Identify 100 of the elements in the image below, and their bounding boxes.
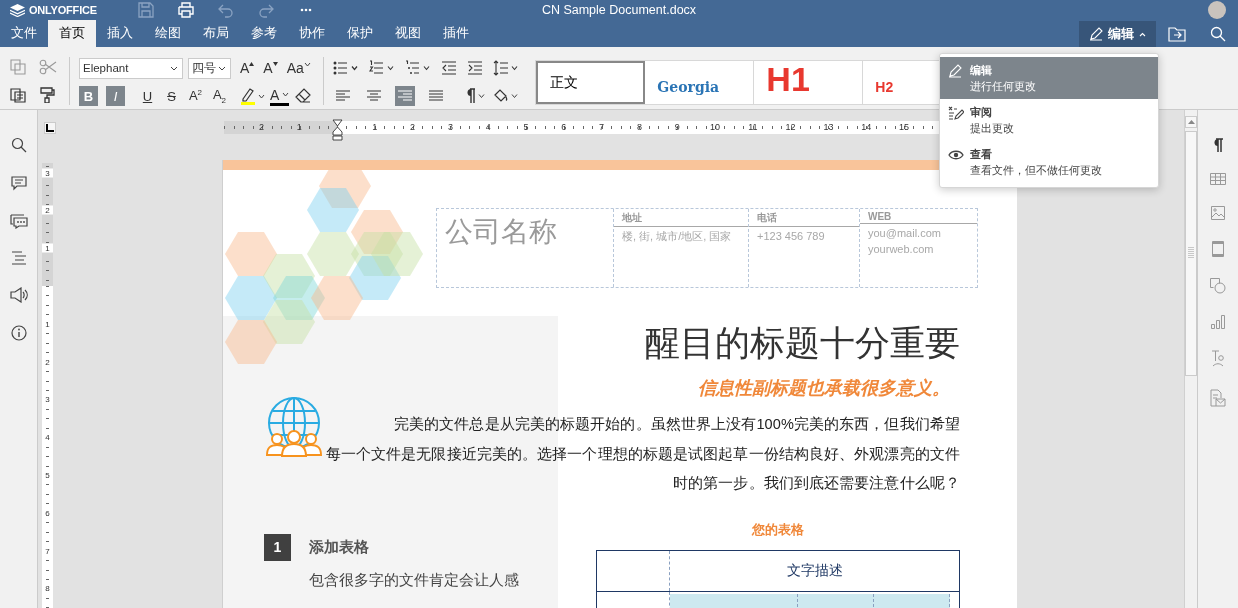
headings-icon[interactable] — [10, 251, 27, 265]
ruler-number: 2 — [42, 205, 53, 215]
table-header-cell-text: 文字描述 — [785, 561, 844, 580]
font-color-button[interactable]: A — [270, 86, 290, 106]
menu-tab[interactable]: 插入 — [96, 20, 144, 47]
info-icon[interactable] — [10, 325, 27, 341]
search-icon[interactable] — [10, 137, 27, 153]
menu-tab[interactable]: 保护 — [336, 20, 384, 47]
mail-merge-icon[interactable] — [1210, 389, 1226, 407]
ruler-number: 3 — [446, 121, 454, 134]
strikethrough-button[interactable]: S — [162, 86, 181, 106]
editing-mode-button[interactable]: 编辑 — [1079, 21, 1156, 47]
ruler-number: 10 — [709, 121, 721, 134]
body-paragraph: 完美的文件总是从完美的标题开始的。虽然世界上没有100%完美的东西，但我们希望每一个文件是无限接近完美的。选择一个理想的标题是试图起草一份结构良好、外观漂亮的文件时的第一步。我们到底还需要注意什么呢？ — [324, 415, 960, 493]
ruler-number: 4 — [484, 121, 492, 134]
ruler-number: 3 — [42, 394, 53, 404]
paint-roller-icon[interactable] — [39, 87, 55, 103]
document-subtitle: 信息性副标题也承载很多意义。 — [697, 377, 951, 400]
tab-stop-button[interactable] — [44, 122, 56, 134]
multilevel-list-icon[interactable] — [405, 60, 432, 76]
decrease-font-button[interactable]: A — [263, 60, 278, 76]
font-name-dropdown[interactable]: Elephant — [79, 57, 183, 79]
decrease-indent-icon[interactable] — [441, 60, 458, 76]
image-icon[interactable] — [1211, 206, 1225, 220]
menu-tab[interactable]: 插件 — [432, 20, 480, 47]
contact-label: 电话 — [749, 211, 859, 227]
ruler-number: 7 — [598, 121, 606, 134]
italic-button[interactable]: I — [106, 86, 125, 106]
increase-font-button[interactable]: A — [240, 60, 255, 76]
bullet-list-icon[interactable] — [333, 60, 360, 76]
header-footer-icon[interactable] — [1212, 241, 1224, 257]
scrollbar[interactable] — [1184, 110, 1197, 608]
section-heading: 添加表格 — [309, 537, 369, 557]
menu-tab[interactable]: 协作 — [288, 20, 336, 47]
scroll-up-icon[interactable] — [1187, 120, 1195, 124]
line-spacing-icon[interactable] — [493, 60, 520, 76]
megaphone-icon[interactable] — [9, 287, 28, 303]
menu-tab[interactable]: 视图 — [384, 20, 432, 47]
ruler-number: 2 — [42, 357, 53, 367]
print-icon[interactable] — [176, 2, 195, 18]
bar-chart-icon[interactable] — [1211, 315, 1225, 329]
normal-style-item[interactable]: 正文 — [536, 61, 646, 104]
ruler-number: 5 — [522, 121, 530, 134]
numbered-list-icon[interactable] — [369, 60, 396, 76]
ruler-number: 11 — [747, 121, 759, 134]
contact-value: 楼, 街, 城市/地区, 国家 — [621, 229, 733, 243]
layers-icon — [10, 3, 25, 17]
mode-menu-item[interactable]: 编辑 进行任何更改 — [940, 57, 1158, 99]
app-name: ONLYOFFICE — [29, 4, 97, 16]
contact-label: 地址 — [614, 211, 748, 227]
contact-label: WEB — [860, 211, 977, 224]
bold-button[interactable]: B — [79, 86, 98, 106]
paint-bucket-icon[interactable] — [493, 88, 520, 104]
mode-menu-item[interactable]: 查看 查看文件，但不做任何更改 — [940, 141, 1158, 183]
folder-icon[interactable] — [1168, 25, 1186, 42]
search-icon[interactable] — [1210, 25, 1226, 42]
superscript-button[interactable]: A$^{2}$ — [186, 86, 205, 106]
comment-icon[interactable] — [10, 175, 27, 191]
align-right-button[interactable] — [395, 86, 416, 106]
table-caption: 您的表格 — [750, 520, 805, 539]
chat-icon[interactable] — [9, 213, 28, 229]
triangle-down-icon — [272, 62, 278, 66]
subscript-button[interactable]: A$_{2}$ — [210, 86, 229, 106]
shapes-icon[interactable] — [1210, 278, 1226, 294]
scissors-icon[interactable] — [39, 59, 57, 75]
font-size-dropdown[interactable]: 四号 — [188, 57, 231, 79]
ruler-number: 1 — [371, 121, 379, 134]
ruler-number: 12 — [784, 121, 797, 134]
contact-value: you@mail.com — [867, 226, 942, 240]
increase-indent-icon[interactable] — [467, 60, 484, 76]
ruler-number: 4 — [42, 432, 53, 442]
change-case-button[interactable]: Aa — [286, 60, 311, 76]
paste-icon[interactable] — [10, 87, 26, 103]
ruler-number: 5 — [42, 470, 53, 480]
caret-down-icon — [303, 62, 311, 67]
chevron-down-icon — [170, 65, 178, 71]
menu-tab[interactable]: 文件 — [0, 20, 48, 47]
document-heading: 醒目的标题十分重要 — [644, 322, 961, 364]
menu-tab[interactable]: 布局 — [192, 20, 240, 47]
eye-icon — [948, 148, 964, 162]
indent-marker[interactable] — [332, 119, 343, 141]
company-name: 公司名称 — [444, 215, 558, 249]
menu-tab[interactable]: 绘图 — [144, 20, 192, 47]
ruler-number: 1 — [42, 319, 53, 329]
avatar[interactable] — [1208, 1, 1226, 19]
eraser-icon[interactable] — [295, 88, 312, 104]
ruler-number: 6 — [42, 508, 53, 518]
table-icon[interactable] — [1210, 173, 1226, 185]
section-number: 1 — [264, 533, 291, 561]
text-art-icon[interactable] — [1211, 350, 1225, 368]
ruler-number: 14 — [860, 121, 873, 134]
highlighter-icon[interactable] — [240, 87, 266, 105]
menu-tab[interactable]: 首页 — [48, 20, 96, 47]
menu-tab[interactable]: 参考 — [240, 20, 288, 47]
underline-button[interactable]: U — [138, 86, 157, 106]
document-title: CN Sample Document.docx — [541, 3, 697, 17]
ruler-number: 7 — [42, 546, 53, 556]
ruler-number: 1 — [295, 121, 303, 134]
pilcrow-icon[interactable] — [1212, 138, 1224, 152]
scrollbar-thumb[interactable] — [1185, 131, 1197, 376]
